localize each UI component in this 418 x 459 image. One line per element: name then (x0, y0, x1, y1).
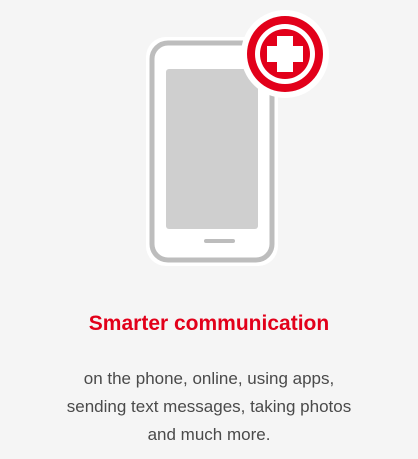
description-line: on the phone, online, using apps, (83, 369, 335, 388)
red-plus-badge-icon (241, 10, 329, 98)
smartphone-with-plus-icon (139, 10, 331, 268)
feature-card: Smarter communication on the phone, onli… (0, 0, 418, 459)
feature-title: Smarter communication (88, 312, 330, 335)
description-line: sending text messages, taking photos (66, 397, 352, 416)
description-line: and much more. (147, 425, 271, 444)
feature-description: on the phone, online, using apps, sendin… (0, 365, 418, 449)
